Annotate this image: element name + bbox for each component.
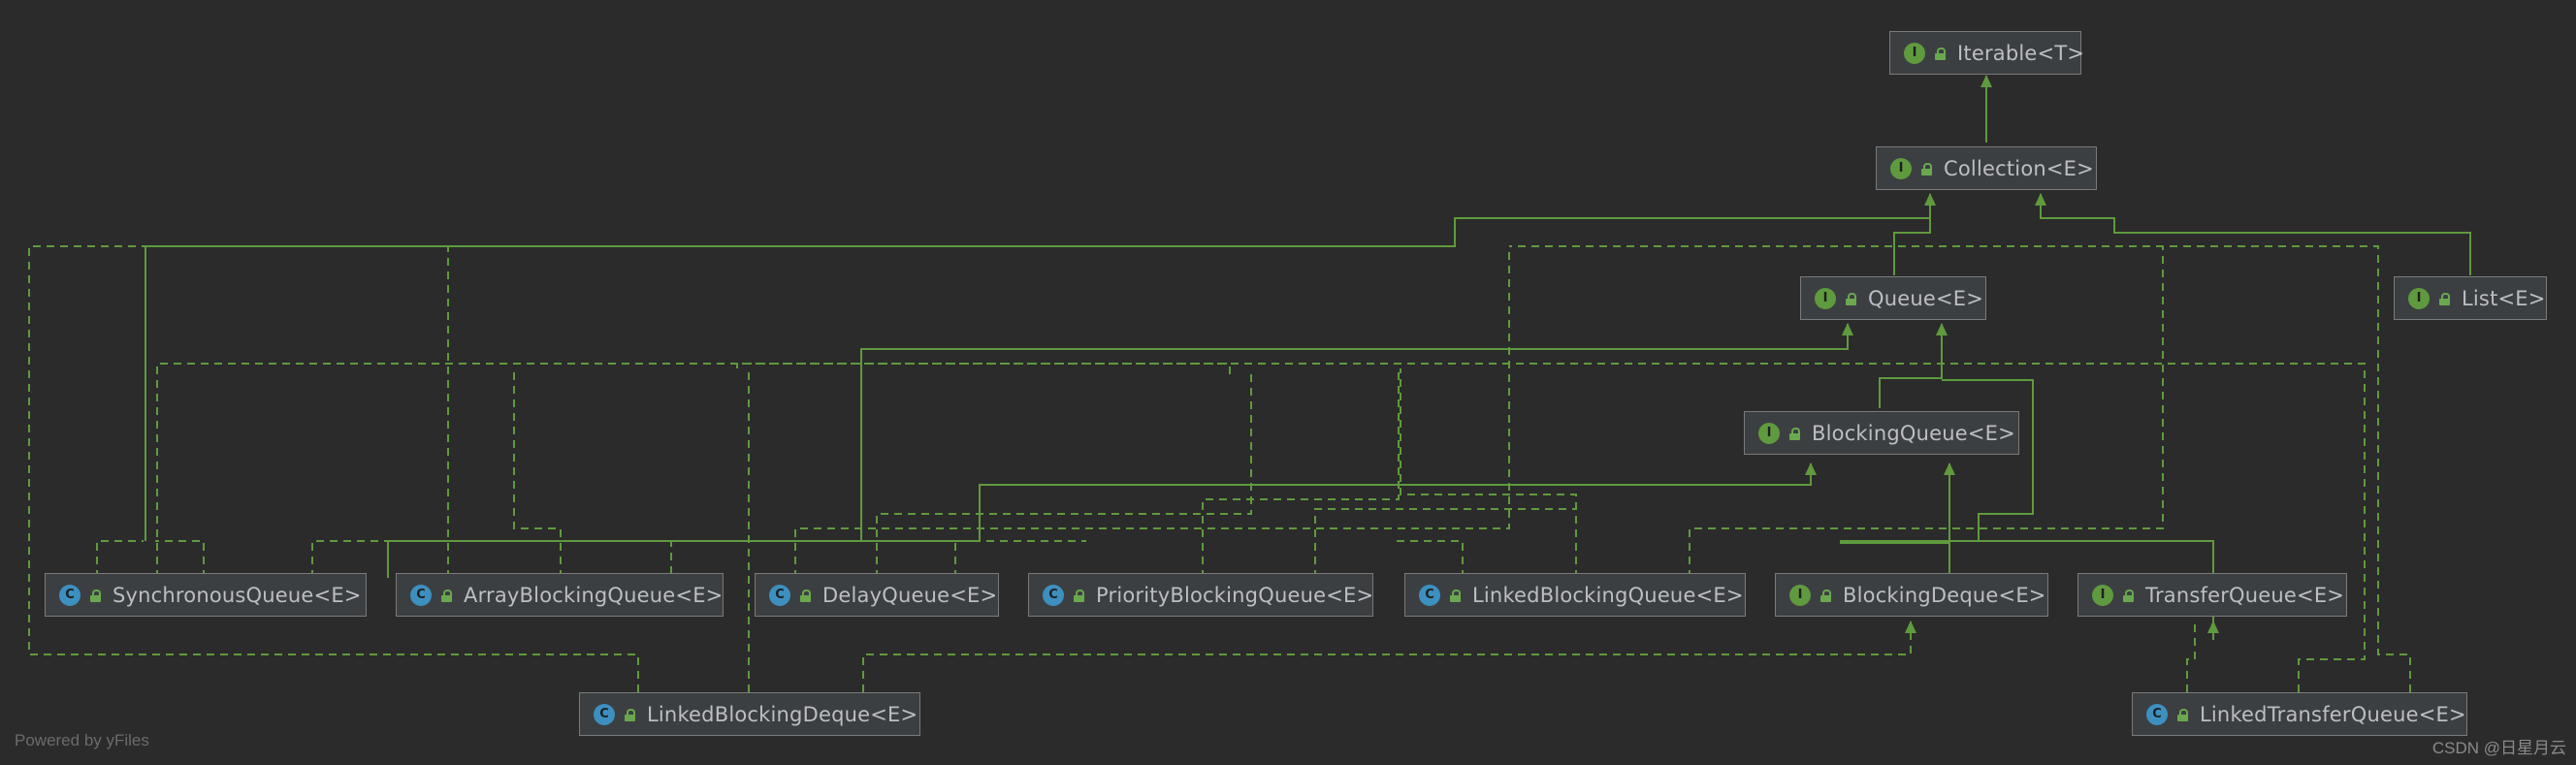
- arrow-blockingdeque: [1905, 621, 1916, 633]
- lock-icon: [1846, 292, 1856, 305]
- node-iterable[interactable]: I Iterable<T>: [1889, 31, 2085, 75]
- node-label: Collection<E>: [1944, 156, 2094, 180]
- node-label: BlockingQueue<E>: [1812, 421, 2015, 445]
- node-priority-blocking-queue[interactable]: C PriorityBlockingQueue<E>: [1028, 573, 1373, 617]
- interface-icon: I: [2092, 584, 2113, 606]
- interface-icon: I: [1758, 422, 1780, 444]
- watermark: CSDN @日星月云: [2431, 739, 2566, 757]
- edge-queue-collection: [1893, 194, 1931, 275]
- node-linked-blocking-deque[interactable]: C LinkedBlockingDeque<E>: [579, 692, 920, 736]
- dash-sync-3: [156, 363, 1231, 578]
- dash-delay-1: [794, 246, 1510, 578]
- node-blocking-deque[interactable]: I BlockingDeque<E>: [1775, 573, 2048, 617]
- lock-icon: [1789, 427, 1800, 440]
- interface-icon: I: [2408, 287, 2430, 309]
- lock-icon: [1450, 589, 1461, 602]
- edge-blockingdeque-queue: [1942, 379, 2034, 541]
- node-queue[interactable]: I Queue<E>: [1800, 276, 1986, 320]
- lock-icon: [625, 708, 635, 721]
- arrow-collection-left: [1924, 193, 1936, 206]
- class-icon: C: [2146, 703, 2168, 725]
- diagram-canvas: [28, 75, 2471, 692]
- class-icon: C: [1043, 584, 1064, 606]
- arrow-transferqueue: [2207, 621, 2219, 633]
- node-label: TransferQueue<E>: [2145, 583, 2345, 607]
- dash-left-frame: [28, 245, 639, 692]
- node-label: List<E>: [2462, 286, 2546, 310]
- node-label: BlockingDeque<E>: [1843, 583, 2046, 607]
- node-transfer-queue[interactable]: I TransferQueue<E>: [2077, 573, 2347, 617]
- edge-blockingqueue-queue: [1879, 324, 1943, 408]
- arrow-queue-right: [1936, 323, 1948, 335]
- powered-by-label: Powered by yFiles: [15, 731, 149, 749]
- node-label: LinkedBlockingQueue<E>: [1472, 583, 1744, 607]
- lock-icon: [1074, 589, 1084, 602]
- node-linked-transfer-queue[interactable]: C LinkedTransferQueue<E>: [2132, 692, 2467, 736]
- arrow-iterable: [1980, 75, 1992, 87]
- class-icon: C: [769, 584, 790, 606]
- lock-icon: [90, 589, 101, 602]
- class-icon: C: [1419, 584, 1440, 606]
- node-label: LinkedBlockingDeque<E>: [647, 702, 918, 726]
- dash-priority-1: [1202, 368, 1400, 578]
- dash-ltq-1: [2186, 622, 2196, 692]
- lock-icon: [441, 589, 452, 602]
- extends-edges: [145, 76, 2471, 640]
- node-label: DelayQueue<E>: [822, 583, 998, 607]
- arrow-queue-left: [1842, 323, 1853, 335]
- lock-icon: [800, 589, 811, 602]
- node-label: Queue<E>: [1868, 286, 1984, 310]
- interface-icon: I: [1815, 287, 1836, 309]
- lock-icon: [2439, 292, 2450, 305]
- class-icon: C: [59, 584, 80, 606]
- node-linked-blocking-queue[interactable]: C LinkedBlockingQueue<E>: [1404, 573, 1746, 617]
- interface-icon: I: [1789, 584, 1811, 606]
- node-blocking-queue[interactable]: I BlockingQueue<E>: [1744, 411, 2019, 455]
- dash-priority-2: [1314, 508, 1576, 578]
- node-label: ArrayBlockingQueue<E>: [464, 583, 724, 607]
- edge-list-collection: [2040, 194, 2471, 275]
- arrow-collection-right: [2035, 193, 2046, 206]
- dash-lbd-right: [862, 622, 1912, 692]
- node-synchronous-queue[interactable]: C SynchronousQueue<E>: [45, 573, 367, 617]
- node-list[interactable]: I List<E>: [2394, 276, 2547, 320]
- class-icon: C: [410, 584, 432, 606]
- lock-icon: [1921, 162, 1932, 175]
- node-delay-queue[interactable]: C DelayQueue<E>: [755, 573, 999, 617]
- edge-synchronous-collection: [145, 194, 1931, 541]
- dash-delay-2: [876, 368, 1252, 578]
- lock-icon: [1820, 589, 1831, 602]
- arrow-bq-right: [1944, 462, 1955, 475]
- interface-icon: I: [1890, 157, 1912, 179]
- interface-icon: I: [1904, 42, 1925, 64]
- node-label: Iterable<T>: [1957, 41, 2085, 65]
- dash-linkedbq-2: [1400, 368, 1577, 578]
- arrow-bq-left: [1805, 462, 1817, 475]
- node-array-blocking-queue[interactable]: C ArrayBlockingQueue<E>: [396, 573, 724, 617]
- node-collection[interactable]: I Collection<E>: [1876, 146, 2097, 190]
- lock-icon: [2177, 708, 2188, 721]
- node-label: PriorityBlockingQueue<E>: [1096, 583, 1374, 607]
- lock-icon: [2123, 589, 2134, 602]
- dash-array-3: [513, 368, 562, 578]
- class-icon: C: [594, 703, 615, 725]
- lock-icon: [1935, 47, 1946, 60]
- edge-delay-queue: [860, 324, 1849, 541]
- node-label: LinkedTransferQueue<E>: [2200, 702, 2466, 726]
- node-label: SynchronousQueue<E>: [113, 583, 362, 607]
- implements-edges: [28, 245, 2411, 692]
